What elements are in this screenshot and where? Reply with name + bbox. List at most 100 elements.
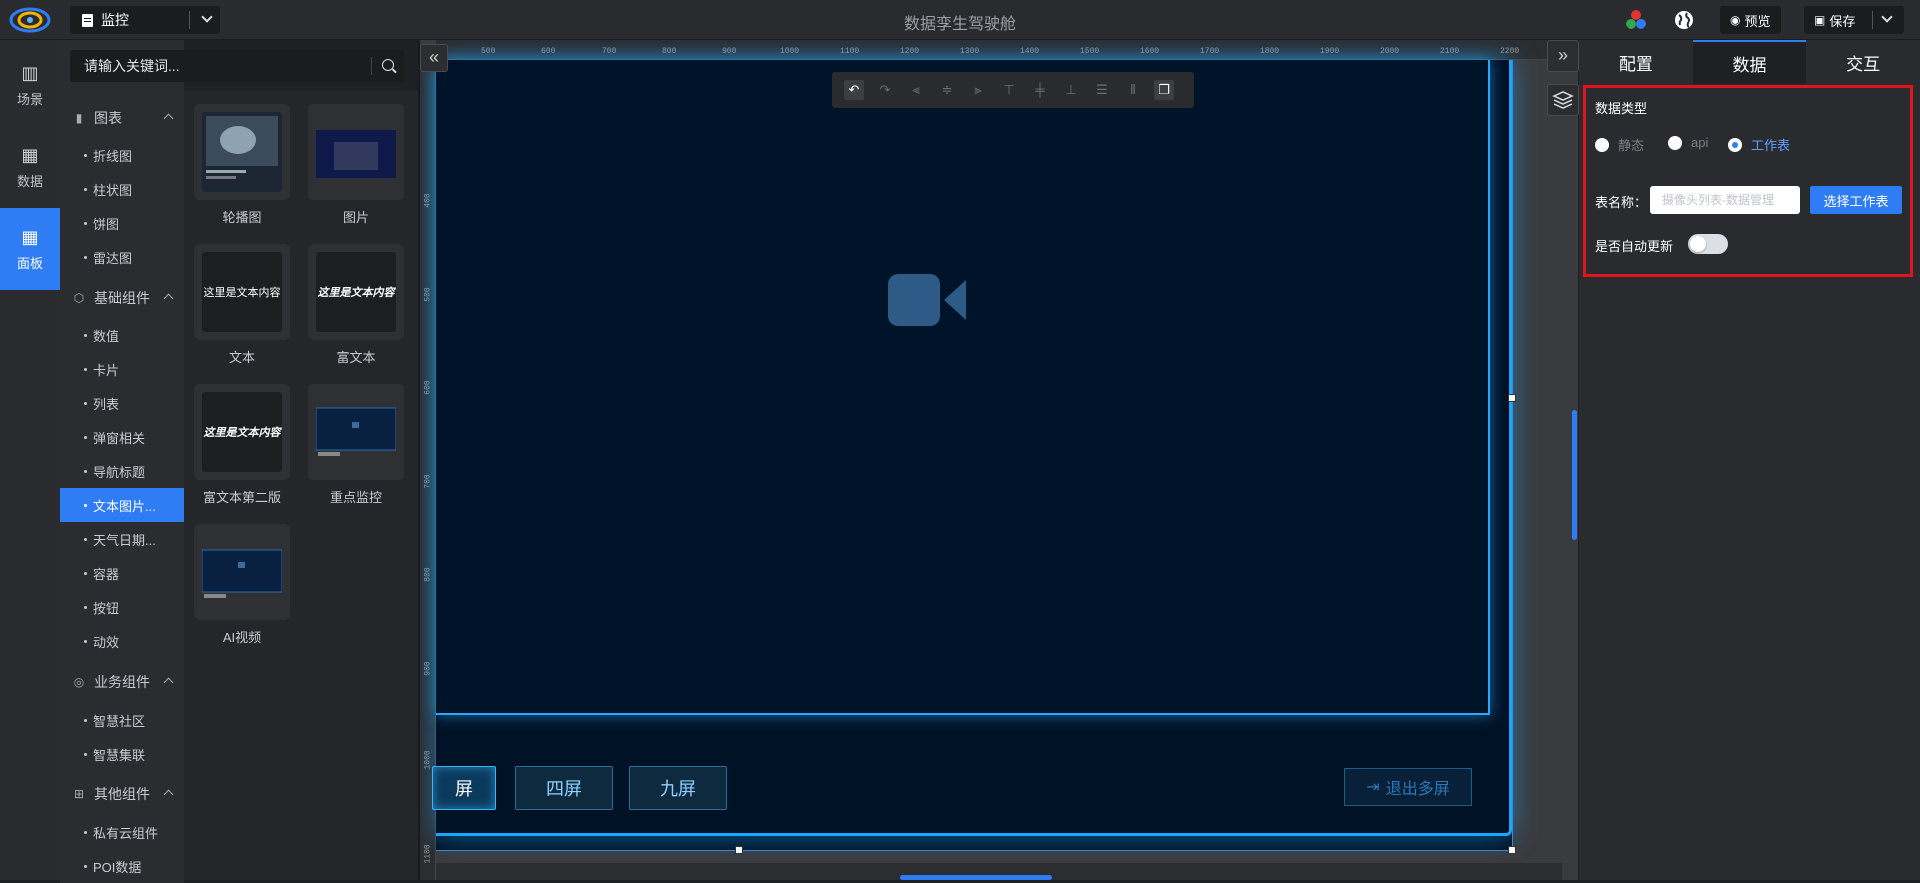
layers-button[interactable] bbox=[1547, 84, 1579, 116]
resize-handle[interactable] bbox=[1508, 394, 1516, 402]
tab-interaction[interactable]: 交互 bbox=[1806, 40, 1920, 84]
distribute-vertical-icon[interactable]: ☰ bbox=[1092, 80, 1112, 100]
select-worksheet-button[interactable]: 选择工作表 bbox=[1810, 186, 1902, 214]
category-item[interactable]: 容器 bbox=[60, 556, 184, 590]
richtext-v2-thumbnail: 这里是文本内容 bbox=[202, 392, 282, 472]
globe-icon[interactable] bbox=[1673, 9, 1695, 31]
auto-update-toggle[interactable] bbox=[1688, 234, 1728, 254]
image-thumbnail bbox=[316, 112, 396, 192]
horizontal-scrollbar[interactable] bbox=[436, 863, 1562, 880]
component-key-monitor[interactable] bbox=[308, 384, 404, 480]
component-carousel[interactable] bbox=[194, 104, 290, 200]
category-item[interactable]: 柱状图 bbox=[60, 172, 184, 206]
tab-data[interactable]: 数据 bbox=[1692, 40, 1807, 84]
radio-static[interactable]: 静态 bbox=[1595, 135, 1644, 154]
collapse-left-button[interactable]: « bbox=[420, 44, 448, 72]
text-thumbnail: 这里是文本内容 bbox=[202, 252, 282, 332]
category-item[interactable]: 弹窗相关 bbox=[60, 420, 184, 454]
component-label: 文本 bbox=[228, 350, 255, 365]
exit-icon: ⇥ bbox=[1366, 779, 1380, 796]
category-item[interactable]: 私有云组件 bbox=[60, 815, 184, 849]
align-right-icon[interactable]: ⫸ bbox=[968, 80, 988, 100]
category-item[interactable]: 智慧集联 bbox=[60, 737, 184, 771]
component-richtext[interactable]: 这里是文本内容 bbox=[308, 244, 404, 340]
category-item[interactable]: 列表 bbox=[60, 386, 184, 420]
category-item[interactable]: 折线图 bbox=[60, 138, 184, 172]
selection-border bbox=[436, 850, 1512, 851]
grid-icon: ▦ bbox=[21, 226, 39, 247]
four-screen-button[interactable]: 四屏 bbox=[515, 766, 613, 810]
exit-multiscreen-button[interactable]: ⇥ 退出多屏 bbox=[1344, 768, 1472, 806]
video-camera-icon bbox=[888, 274, 966, 326]
category-other[interactable]: ⊞ 其他组件 bbox=[60, 777, 184, 811]
distribute-horizontal-icon[interactable]: ⦀ bbox=[1123, 80, 1143, 100]
nav-scene[interactable]: ▥ 场景 bbox=[0, 44, 60, 126]
resize-handle[interactable] bbox=[1508, 846, 1516, 854]
chevron-down-icon[interactable] bbox=[201, 11, 213, 23]
category-item[interactable]: POI数据 bbox=[60, 849, 184, 883]
category-item[interactable]: 动效 bbox=[60, 624, 184, 658]
save-button[interactable]: ▣ 保存 bbox=[1804, 6, 1904, 34]
category-item[interactable]: 智慧社区 bbox=[60, 703, 184, 737]
richtext-thumbnail: 这里是文本内容 bbox=[316, 252, 396, 332]
category-basic[interactable]: ⬡ 基础组件 bbox=[60, 281, 184, 315]
search-input[interactable] bbox=[70, 50, 370, 82]
scrollbar-thumb[interactable] bbox=[900, 875, 1052, 880]
category-business[interactable]: ◎ 业务组件 bbox=[60, 665, 184, 699]
category-item[interactable]: 数值 bbox=[60, 318, 184, 352]
radio-circle-selected bbox=[1728, 137, 1742, 152]
nav-data[interactable]: ▦ 数据 bbox=[0, 126, 60, 208]
undo-icon[interactable]: ↶ bbox=[844, 80, 864, 100]
redo-icon[interactable]: ↷ bbox=[875, 80, 895, 100]
radio-worksheet[interactable]: 工作表 bbox=[1728, 135, 1790, 154]
category-item[interactable]: 按钮 bbox=[60, 590, 184, 624]
category-item[interactable]: 饼图 bbox=[60, 206, 184, 240]
chevron-down-icon[interactable] bbox=[1881, 11, 1893, 23]
category-item[interactable]: 雷达图 bbox=[60, 240, 184, 274]
search-box bbox=[70, 50, 404, 82]
category-item[interactable]: 导航标题 bbox=[60, 454, 184, 488]
page-selector[interactable]: 监控 bbox=[70, 6, 220, 34]
table-name-input[interactable] bbox=[1650, 186, 1800, 214]
component-ai-video[interactable] bbox=[194, 524, 290, 620]
align-middle-icon[interactable]: ╪ bbox=[1030, 80, 1050, 100]
canvas-stage: ↶ ↷ ⫷ ≑ ⫸ ⊤ ╪ ⊥ ☰ ⦀ ❐ 屏 四屏 九屏 ⇥ 退出多屏 bbox=[432, 60, 1578, 880]
radio-api[interactable]: api bbox=[1668, 135, 1708, 150]
resize-handle[interactable] bbox=[735, 846, 743, 854]
chevron-up-icon bbox=[163, 293, 174, 304]
category-item[interactable]: 卡片 bbox=[60, 352, 184, 386]
nine-screen-button[interactable]: 九屏 bbox=[629, 766, 727, 810]
component-image[interactable] bbox=[308, 104, 404, 200]
preview-button[interactable]: ◉ 预览 bbox=[1720, 6, 1781, 34]
editor-canvas[interactable]: 500 600 700 800 900 1000 1100 1200 1300 … bbox=[420, 40, 1578, 880]
vertical-scrollbar[interactable] bbox=[1572, 410, 1577, 540]
carousel-thumbnail bbox=[202, 112, 282, 192]
nav-panel[interactable]: ▦ 面板 bbox=[0, 208, 60, 290]
component-label: AI视频 bbox=[222, 630, 262, 645]
document-icon bbox=[82, 13, 93, 27]
collapse-right-button[interactable]: » bbox=[1547, 40, 1579, 72]
category-item[interactable]: 天气日期... bbox=[60, 522, 184, 556]
category-item-active[interactable]: 文本图片... bbox=[60, 488, 184, 522]
ruler-vertical: 400 500 600 700 800 900 1000 1100 bbox=[420, 60, 436, 880]
properties-tabs: 配置 数据 交互 bbox=[1579, 40, 1920, 84]
table-name-label: 表名称： bbox=[1595, 195, 1648, 210]
category-chart[interactable]: ▮ 图表 bbox=[60, 101, 184, 135]
data-type-title: 数据类型 bbox=[1595, 101, 1648, 116]
video-placeholder[interactable] bbox=[436, 60, 1490, 715]
save-icon: ▣ bbox=[1814, 13, 1826, 27]
align-center-icon[interactable]: ≑ bbox=[937, 80, 957, 100]
tab-config[interactable]: 配置 bbox=[1579, 40, 1693, 84]
align-bottom-icon[interactable]: ⊥ bbox=[1061, 80, 1081, 100]
color-theme-icon[interactable] bbox=[1625, 9, 1647, 31]
align-top-icon[interactable]: ⊤ bbox=[999, 80, 1019, 100]
component-richtext-v2[interactable]: 这里是文本内容 bbox=[194, 384, 290, 480]
ai-video-thumbnail bbox=[202, 532, 282, 612]
search-icon[interactable] bbox=[382, 59, 394, 71]
canvas-toolbar: ↶ ↷ ⫷ ≑ ⫸ ⊤ ╪ ⊥ ☰ ⦀ ❐ bbox=[832, 72, 1194, 108]
component-text[interactable]: 这里是文本内容 bbox=[194, 244, 290, 340]
single-screen-button[interactable]: 屏 bbox=[432, 766, 496, 810]
cube-icon: ⬡ bbox=[73, 291, 85, 305]
align-left-icon[interactable]: ⫷ bbox=[906, 80, 926, 100]
copy-icon[interactable]: ❐ bbox=[1154, 80, 1174, 100]
